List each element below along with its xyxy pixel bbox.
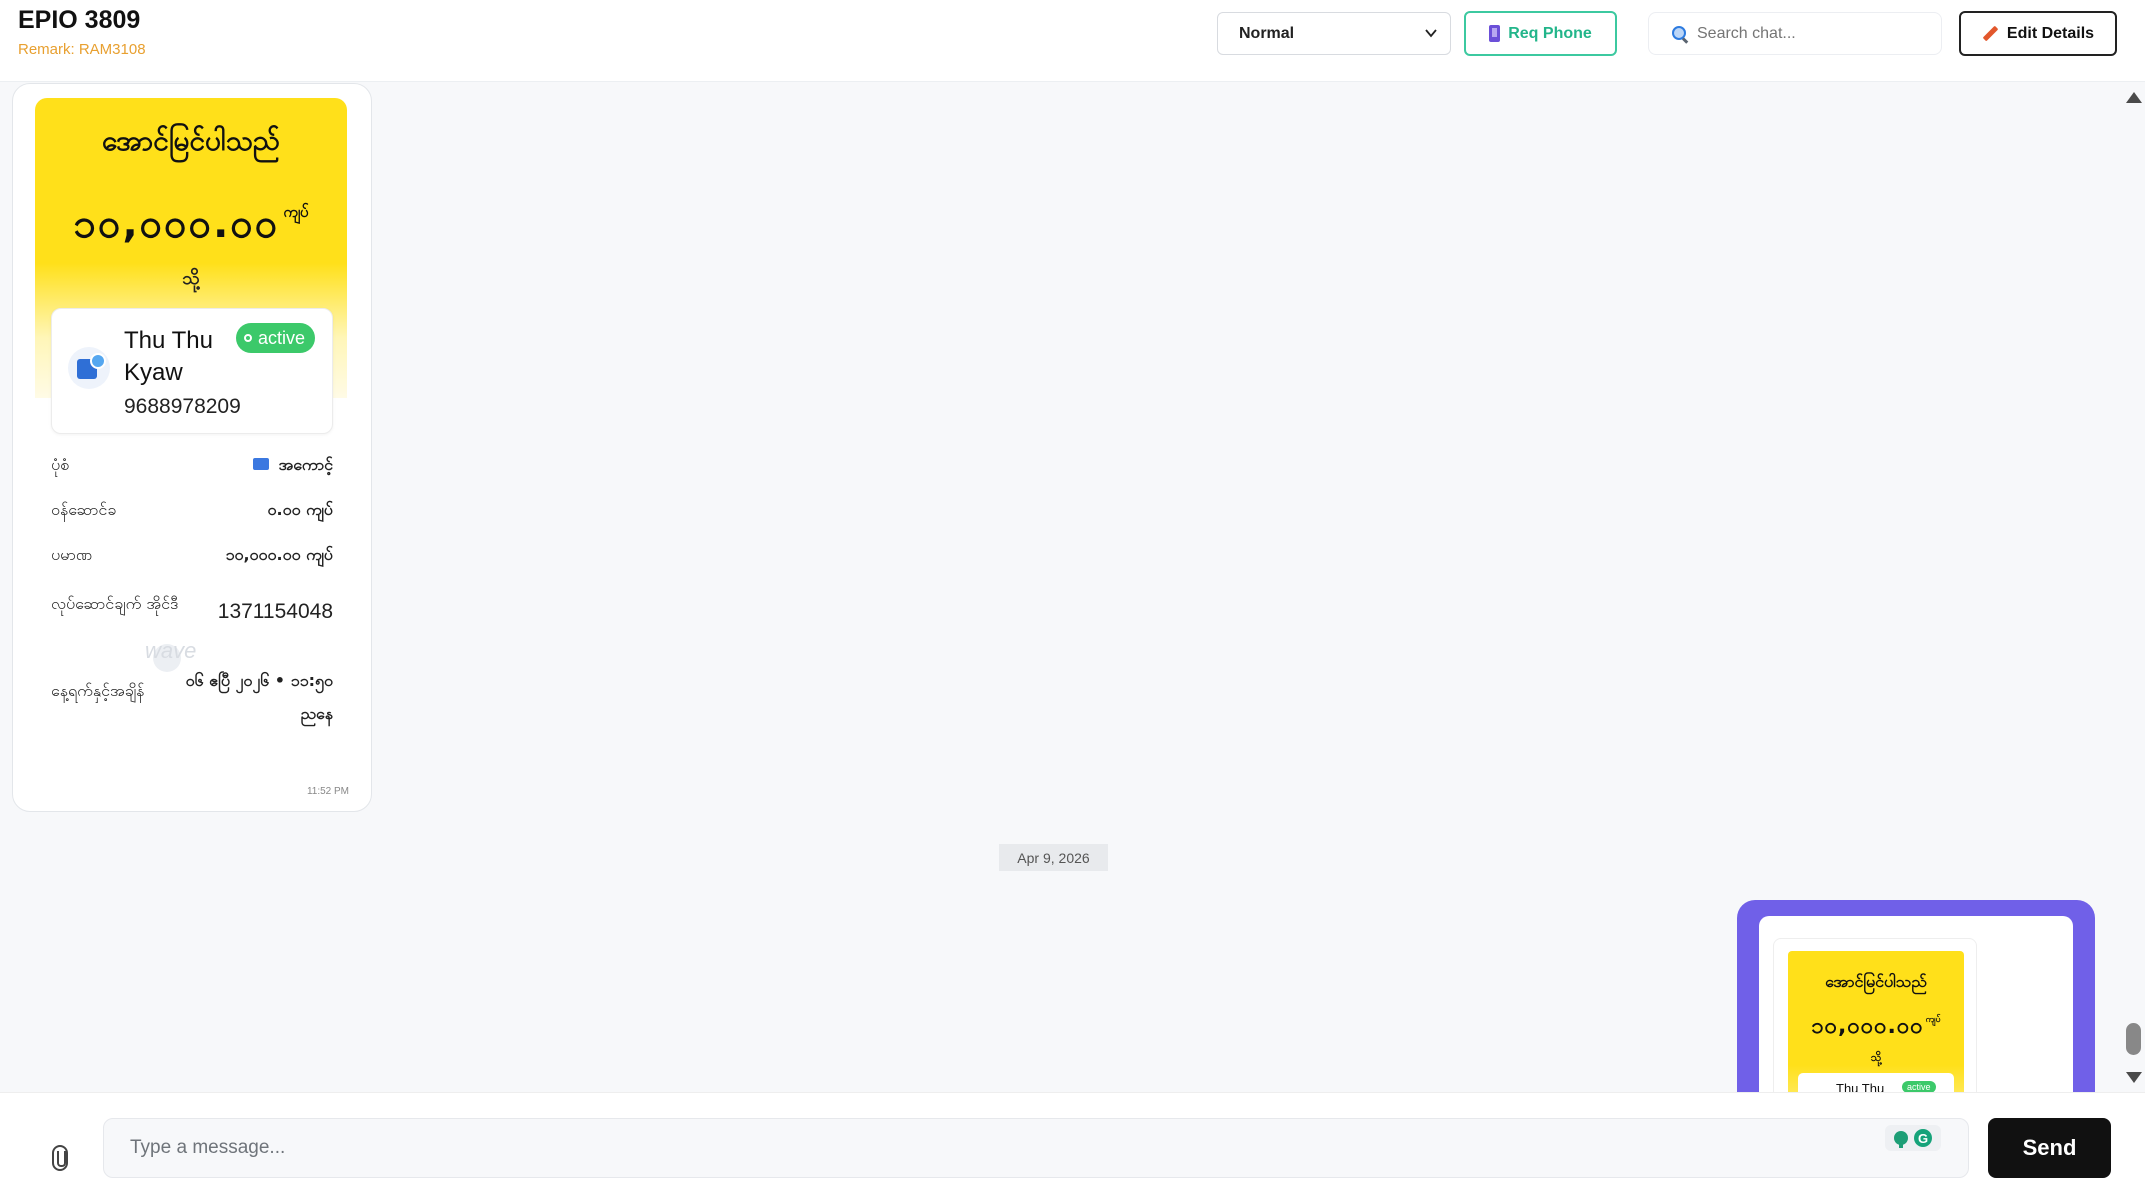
row-label: လုပ်ဆောင်ချက် အိုင်ဒီ <box>51 594 179 613</box>
amount-unit: ကျပ် <box>283 203 309 221</box>
payment-receipt-image[interactable]: အောင်မြင်ပါသည် ၁၀,၀၀၀.၀၀ ကျပ် သို့ Thu Th… <box>1773 938 1977 1092</box>
priority-select[interactable]: Normal <box>1217 12 1451 55</box>
payment-receipt-image[interactable]: အောင်မြင်ပါသည် ၁၀,၀၀၀.၀၀ ကျပ် သို့ Thu Th… <box>35 98 347 768</box>
chat-remark: Remark: RAM3108 <box>18 41 146 58</box>
receipt-title: အောင်မြင်ပါသည် <box>101 124 281 157</box>
receipt-amount: ၁၀,၀၀၀.၀၀ ကျပ် <box>1788 1011 1964 1044</box>
search-box[interactable] <box>1648 12 1942 55</box>
status-badge: active <box>236 323 316 353</box>
send-button[interactable]: Send <box>1988 1118 2111 1178</box>
priority-select-value: Normal <box>1239 24 1295 42</box>
incoming-message[interactable]: အောင်မြင်ပါသည် ၁၀,၀၀၀.၀၀ ကျပ် သို့ Thu Th… <box>12 83 372 812</box>
amount-unit: ကျပ် <box>1925 1015 1941 1025</box>
scroll-down-arrow-icon[interactable] <box>2126 1072 2142 1083</box>
watermark: wave <box>145 638 197 663</box>
scroll-up-arrow-icon[interactable] <box>2126 92 2142 103</box>
req-phone-label: Req Phone <box>1508 24 1592 42</box>
req-phone-button[interactable]: Req Phone <box>1464 11 1617 56</box>
row-value: ၀.၀၀ ကျပ် <box>267 500 333 519</box>
transaction-id: 1371154048 <box>217 600 333 623</box>
edit-details-label: Edit Details <box>2006 24 2095 42</box>
date-separator: Apr 9, 2026 <box>999 844 1108 871</box>
status-label: active <box>258 327 306 348</box>
chat-header: EPIO 3809 Remark: RAM3108 Normal Req Pho… <box>0 0 2145 82</box>
row-value: ၀၆ ဧပြီ ၂၀၂၆ • ၁၁:၅၀ ညနေ <box>185 671 333 723</box>
lightbulb-icon[interactable] <box>1894 1131 1908 1148</box>
outgoing-image-frame: အောင်မြင်ပါသည် ၁၀,၀၀၀.၀၀ ကျပ် သို့ Thu Th… <box>1759 916 2073 1092</box>
recipient-name: Thu Thu Kyaw <box>124 327 213 386</box>
row-label: ဝန်ဆောင်ခ <box>51 500 117 519</box>
search-icon <box>1671 25 1689 43</box>
message-composer: G Send <box>0 1092 2145 1190</box>
amount-value: ၁၀,၀၀၀.၀၀ <box>1811 1014 1924 1039</box>
grammarly-icon[interactable]: G <box>1914 1129 1932 1147</box>
account-icon <box>252 458 269 470</box>
row-label: ပမာဏ <box>51 545 92 564</box>
row-value: ၁၀,၀၀၀.၀၀ ကျပ် <box>225 545 333 564</box>
row-label: နေ့ရက်နှင့်အချိန် <box>51 681 145 700</box>
chat-messages[interactable]: အောင်မြင်ပါသည် ၁၀,၀၀၀.၀၀ ကျပ် သို့ Thu Th… <box>0 82 2145 1092</box>
status-dot-icon <box>244 334 252 342</box>
receipt-to-label: သို့ <box>182 268 200 289</box>
row-value-text: အကောင့် <box>278 455 333 474</box>
search-input[interactable] <box>1697 24 1927 43</box>
message-time: 11:52 PM <box>306 786 349 797</box>
row-label: ပုံစံ <box>51 455 70 474</box>
pencil-icon <box>1982 25 1999 42</box>
message-input[interactable] <box>103 1118 1969 1178</box>
receipt-to-label: သို့ <box>1870 1051 1882 1064</box>
wallet-icon <box>68 347 110 389</box>
recipient-name: Thu Thu <box>1836 1081 1885 1092</box>
amount-value: ၁၀,၀၀၀.၀၀ <box>73 201 280 247</box>
row-value: အကောင့် <box>252 454 333 478</box>
outgoing-message[interactable]: အောင်မြင်ပါသည် ၁၀,၀၀၀.၀၀ ကျပ် သို့ Thu Th… <box>1737 900 2095 1092</box>
receipt-title: အောင်မြင်ပါသည် <box>1825 972 1927 991</box>
recipient-card: Thu Thu Kyaw active 9688978209 <box>51 308 333 434</box>
chevron-down-icon <box>1425 29 1437 38</box>
recipient-card: Thu Thu active <box>1798 1073 1954 1092</box>
chat-title: EPIO 3809 <box>18 6 141 34</box>
scrollbar-thumb[interactable] <box>2126 1023 2141 1055</box>
paperclip-icon[interactable] <box>52 1145 68 1171</box>
status-badge: active <box>1902 1081 1936 1092</box>
edit-details-button[interactable]: Edit Details <box>1959 11 2117 56</box>
phone-icon <box>1489 25 1501 42</box>
extension-icons: G <box>1885 1125 1941 1151</box>
receipt-amount: ၁၀,၀၀၀.၀၀ ကျပ် <box>35 198 347 257</box>
recipient-phone: 9688978209 <box>124 395 241 418</box>
receipt-header: အောင်မြင်ပါသည် ၁၀,၀၀၀.၀၀ ကျပ် သို့ Thu Th… <box>1788 951 1964 1092</box>
